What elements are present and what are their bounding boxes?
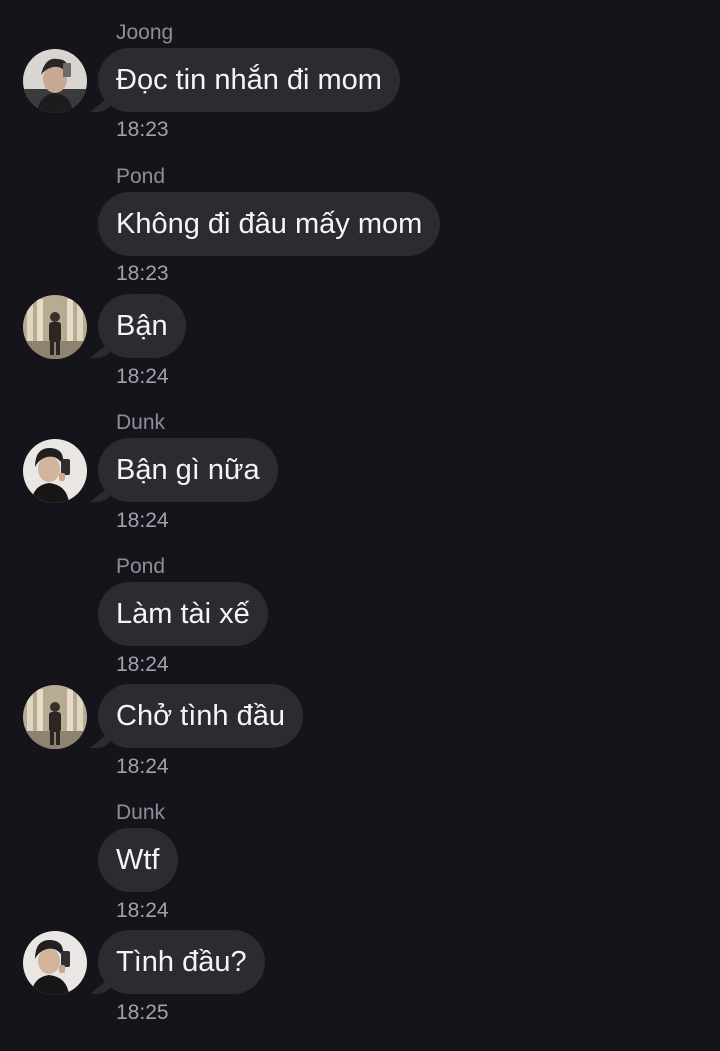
message-timestamp: 18:25 <box>116 1001 169 1024</box>
chat-thread: Joong Đọc tin nhắn đi mom 18:23 Pond Khô… <box>0 0 720 1051</box>
dunk-avatar[interactable] <box>23 931 87 995</box>
sender-name: Dunk <box>116 411 166 434</box>
message-bubble[interactable]: Bận gì nữa <box>98 438 278 502</box>
message-bubble[interactable]: Không đi đâu mấy mom <box>98 192 441 256</box>
message-bubble[interactable]: Tình đầu? <box>98 930 265 994</box>
message-timestamp: 18:24 <box>116 509 169 532</box>
message-bubble[interactable]: Wtf <box>98 828 178 892</box>
message-bubble[interactable]: Làm tài xế <box>98 582 268 646</box>
pond-avatar[interactable] <box>23 295 87 359</box>
message-timestamp: 18:24 <box>116 365 169 388</box>
message-timestamp: 18:23 <box>116 262 169 285</box>
pond-avatar[interactable] <box>23 685 87 749</box>
message-timestamp: 18:24 <box>116 653 169 676</box>
sender-name: Joong <box>116 21 174 44</box>
message-timestamp: 18:24 <box>116 755 169 778</box>
message-timestamp: 18:23 <box>116 118 169 141</box>
message-bubble[interactable]: Đọc tin nhắn đi mom <box>98 48 400 112</box>
sender-name: Pond <box>116 555 166 578</box>
sender-name: Dunk <box>116 801 166 824</box>
sender-name: Pond <box>116 165 166 188</box>
message-bubble[interactable]: Chở tình đầu <box>98 684 303 748</box>
message-bubble[interactable]: Bận <box>98 294 186 358</box>
joong-avatar[interactable] <box>23 49 87 113</box>
message-timestamp: 18:24 <box>116 899 169 922</box>
dunk-avatar[interactable] <box>23 439 87 503</box>
